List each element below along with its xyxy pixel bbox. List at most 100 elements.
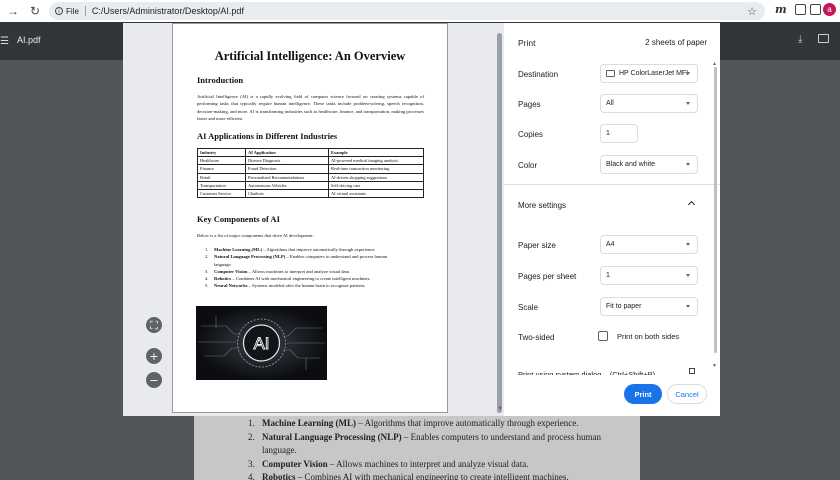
list-item-number: 3. (248, 458, 255, 469)
browser-toolbar: → ↻ i File C:/Users/Administrator/Deskto… (0, 0, 840, 22)
list-item-number: 5. (205, 283, 209, 289)
print-button[interactable]: Print (624, 384, 662, 404)
list-item-body: Computer Vision – Allows machines to int… (262, 458, 529, 472)
list-item-text: – Algorithms that improve automatically … (356, 418, 579, 428)
table-cell: Customer Service (197, 188, 246, 199)
list-item-term: Computer Vision (214, 268, 248, 274)
pages-select[interactable]: All (600, 94, 698, 113)
list-item: 2. Natural Language Processing (NLP) – En… (248, 431, 601, 445)
list-item-body: Natural Language Processing (NLP) – Enab… (214, 253, 387, 260)
address-bar[interactable]: i File C:/Users/Administrator/Desktop/AI… (49, 2, 765, 20)
chevron-down-icon (686, 72, 690, 75)
url-text[interactable]: C:/Users/Administrator/Desktop/AI.pdf (92, 6, 244, 16)
two-sided-checkbox[interactable] (598, 331, 608, 341)
pdf-title: AI.pdf (17, 35, 41, 45)
list-item: 5. Neural Networks – Systems modeled afte… (205, 282, 427, 289)
list-item-body: language. (262, 444, 297, 458)
chip-separator (84, 6, 86, 16)
more-settings-toggle[interactable]: More settings (518, 201, 566, 210)
destination-select[interactable]: HP ColorLaserJet MFI (600, 64, 698, 83)
list-item: 1. Machine Learning (ML) – Algorithms tha… (205, 246, 427, 253)
zoom-in-icon[interactable]: + (146, 348, 162, 364)
list-item: 1. Machine Learning (ML) – Algorithms tha… (248, 417, 601, 431)
list-item-text: – Systems modeled after the human brain … (247, 283, 366, 289)
table-header-cell: Industry (197, 147, 246, 158)
zoom-out-icon[interactable]: − (146, 372, 162, 388)
table-body: Healthcare Disease Diagnosis AI-powered me… (197, 156, 424, 199)
copies-label: Copies (518, 130, 543, 139)
chevron-up-icon[interactable] (687, 200, 696, 209)
print-icon[interactable] (818, 34, 829, 43)
document-title: Artificial Intelligence: An Overview (214, 49, 406, 63)
table-row: Retail Personalized Recommendations AI-dri… (197, 172, 424, 182)
site-chip-label: File (66, 6, 79, 16)
bookmark-star-icon[interactable]: ☆ (747, 5, 757, 18)
table-row: Healthcare Disease Diagnosis AI-powered me… (197, 156, 424, 166)
extension-m-icon[interactable]: m (775, 3, 787, 16)
ai-image: AI (196, 306, 327, 380)
table-row: Finance Fraud Detection Real-time transact… (197, 164, 424, 174)
list-item-term: Machine Learning (ML) (214, 247, 262, 252)
print-settings-panel: Print 2 sheets of paper Destination HP C… (504, 23, 720, 416)
list-item-body: Robotics – Combines AI with mechanical e… (262, 471, 569, 480)
side-panel-icon[interactable] (810, 4, 821, 15)
scale-label: Scale (518, 303, 539, 312)
table-cell: Healthcare (197, 156, 246, 166)
site-info-chip[interactable]: i File (55, 7, 79, 16)
extensions-puzzle-icon[interactable] (795, 4, 806, 15)
table-row: Transportation Autonomous Vehicles Self-dr… (197, 180, 424, 190)
copies-input[interactable]: 1 (600, 124, 638, 143)
scroll-up-arrow-icon[interactable]: ▲ (712, 61, 717, 67)
chevron-down-icon (686, 163, 690, 166)
list-item: language. (205, 261, 427, 268)
table-cell: Chatbots (245, 188, 329, 199)
list-item-term: Robotics (262, 472, 296, 480)
scroll-down-arrow-icon[interactable]: ▼ (712, 363, 717, 369)
list-item-text: – Enables computers to understand and pr… (285, 254, 388, 260)
forward-arrow-icon[interactable]: → (6, 4, 20, 18)
cancel-button[interactable]: Cancel (667, 384, 707, 404)
fit-to-page-icon[interactable]: ⛶ (146, 317, 162, 333)
system-dialog-link[interactable]: Print using system dialog... (Ctrl+Shift… (518, 368, 688, 375)
preview-scrollbar[interactable] (497, 29, 502, 413)
preview-page: Artificial Intelligence: An Overview Int… (172, 23, 448, 413)
components-list: 1. Machine Learning (ML) – Algorithms tha… (205, 246, 427, 290)
reload-icon[interactable]: ↻ (28, 4, 42, 18)
destination-label: Destination (518, 70, 559, 79)
two-sided-option[interactable]: Print on both sides (617, 332, 679, 341)
two-sided-label: Two-sided (518, 333, 555, 342)
pages-per-sheet-select[interactable]: 1 (600, 266, 698, 285)
chevron-down-icon (686, 243, 690, 246)
list-item-number: 2. (205, 254, 209, 260)
scale-select[interactable]: Fit to paper (600, 297, 698, 316)
menu-icon[interactable]: ☰ (0, 36, 9, 47)
table-cell: Transportation (197, 180, 246, 190)
intro-paragraph: Artificial Intelligence (AI) is a rapidl… (197, 94, 424, 122)
color-value: Black and white (606, 161, 656, 168)
paper-size-value: A4 (606, 241, 615, 248)
table-header-cell: Example (328, 147, 424, 158)
list-item-term: Computer Vision (262, 458, 328, 469)
table-cell: Finance (197, 164, 246, 174)
color-label: Color (518, 161, 538, 170)
paper-size-select[interactable]: A4 (600, 235, 698, 254)
background-component-list: 1. Machine Learning (ML) – Algorithms tha… (248, 417, 601, 480)
preview-scroll-down-icon[interactable]: ▼ (497, 406, 503, 412)
components-intro: Below is a list of major components that… (197, 233, 314, 238)
table-cell: Disease Diagnosis (245, 156, 329, 166)
list-item: 4. Robotics – Combines AI with mechanical… (205, 275, 427, 282)
list-item-text: – Combines AI with mechanical engineerin… (295, 472, 569, 480)
open-external-icon[interactable] (689, 368, 695, 374)
table-cell: Retail (197, 172, 246, 182)
print-title: Print (518, 38, 536, 48)
color-select[interactable]: Black and white (600, 155, 698, 174)
list-item-text: – Combines AI with mechanical engineerin… (231, 276, 371, 282)
download-icon[interactable]: ⤓ (798, 34, 802, 45)
table-cell: AI-powered medical imaging analysis (328, 156, 424, 166)
sheet-count: 2 sheets of paper (645, 38, 707, 47)
avatar[interactable]: a (823, 3, 836, 16)
settings-scrollbar[interactable] (714, 67, 717, 353)
list-item-term: Natural Language Processing (NLP) (214, 254, 286, 260)
list-item-number: 4. (205, 276, 209, 282)
list-item-body: Robotics – Combines AI with mechanical e… (214, 275, 371, 282)
